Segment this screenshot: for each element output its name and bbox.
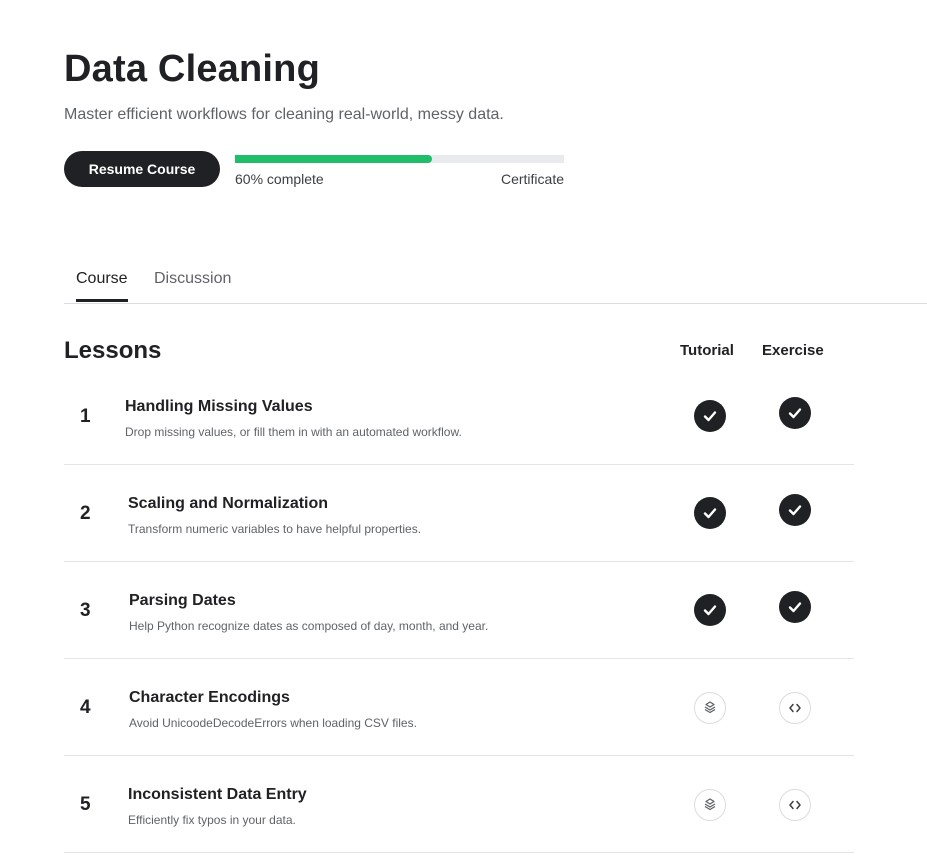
lesson-description: Help Python recognize dates as composed … [129, 619, 489, 633]
exercise-column-header: Exercise [762, 342, 824, 359]
progress-bar-fill [235, 155, 433, 163]
lesson-number: 5 [80, 794, 91, 815]
lesson-description: Efficiently fix typos in your data. [128, 813, 296, 827]
tutorial-column-header: Tutorial [680, 342, 734, 359]
lesson-number: 2 [80, 503, 91, 524]
lesson-title-link[interactable]: Parsing Dates [129, 592, 236, 610]
page-title: Data Cleaning [64, 48, 320, 90]
exercise-completed-check-icon[interactable] [779, 494, 811, 526]
tab-course[interactable]: Course [76, 270, 128, 302]
lesson-row: 4 Character Encodings Avoid UnicoodeDecode… [64, 659, 854, 756]
lessons-heading: Lessons [64, 337, 162, 364]
exercise-code-icon[interactable] [779, 789, 811, 821]
lesson-title-link[interactable]: Character Encodings [129, 689, 290, 707]
tutorial-book-icon[interactable] [694, 789, 726, 821]
course-subtitle: Master efficient workflows for cleaning … [64, 106, 504, 123]
lesson-number: 3 [80, 600, 91, 621]
exercise-completed-check-icon[interactable] [779, 591, 811, 623]
certificate-link[interactable]: Certificate [501, 171, 564, 187]
tutorial-completed-check-icon[interactable] [694, 400, 726, 432]
tab-discussion[interactable]: Discussion [154, 270, 231, 299]
lesson-title-link[interactable]: Inconsistent Data Entry [128, 786, 307, 804]
lesson-number: 4 [80, 697, 91, 718]
lesson-row: 1 Handling Missing Values Drop missing val… [64, 368, 854, 465]
exercise-completed-check-icon[interactable] [779, 397, 811, 429]
lesson-description: Drop missing values, or fill them in wit… [125, 425, 462, 439]
lesson-row: 2 Scaling and Normalization Transform nume… [64, 465, 854, 562]
lesson-description: Transform numeric variables to have help… [128, 522, 422, 536]
progress-bar [235, 155, 564, 163]
tutorial-book-icon[interactable] [694, 692, 726, 724]
lesson-row: 3 Parsing Dates Help Python recognize date… [64, 562, 854, 659]
lesson-row: 5 Inconsistent Data Entry Efficiently fix … [64, 756, 854, 853]
lesson-title-link[interactable]: Scaling and Normalization [128, 495, 328, 513]
course-tabs: Course Discussion [64, 262, 927, 304]
tutorial-completed-check-icon[interactable] [694, 497, 726, 529]
lesson-description: Avoid UnicoodeDecodeErrors when loading … [129, 716, 417, 730]
exercise-code-icon[interactable] [779, 692, 811, 724]
lesson-title-link[interactable]: Handling Missing Values [125, 398, 313, 416]
resume-course-button[interactable]: Resume Course [64, 151, 220, 187]
tutorial-completed-check-icon[interactable] [694, 594, 726, 626]
course-page: Data Cleaning Master efficient workflows… [0, 0, 927, 856]
lesson-number: 1 [80, 406, 91, 427]
progress-label: 60% complete [235, 171, 324, 187]
